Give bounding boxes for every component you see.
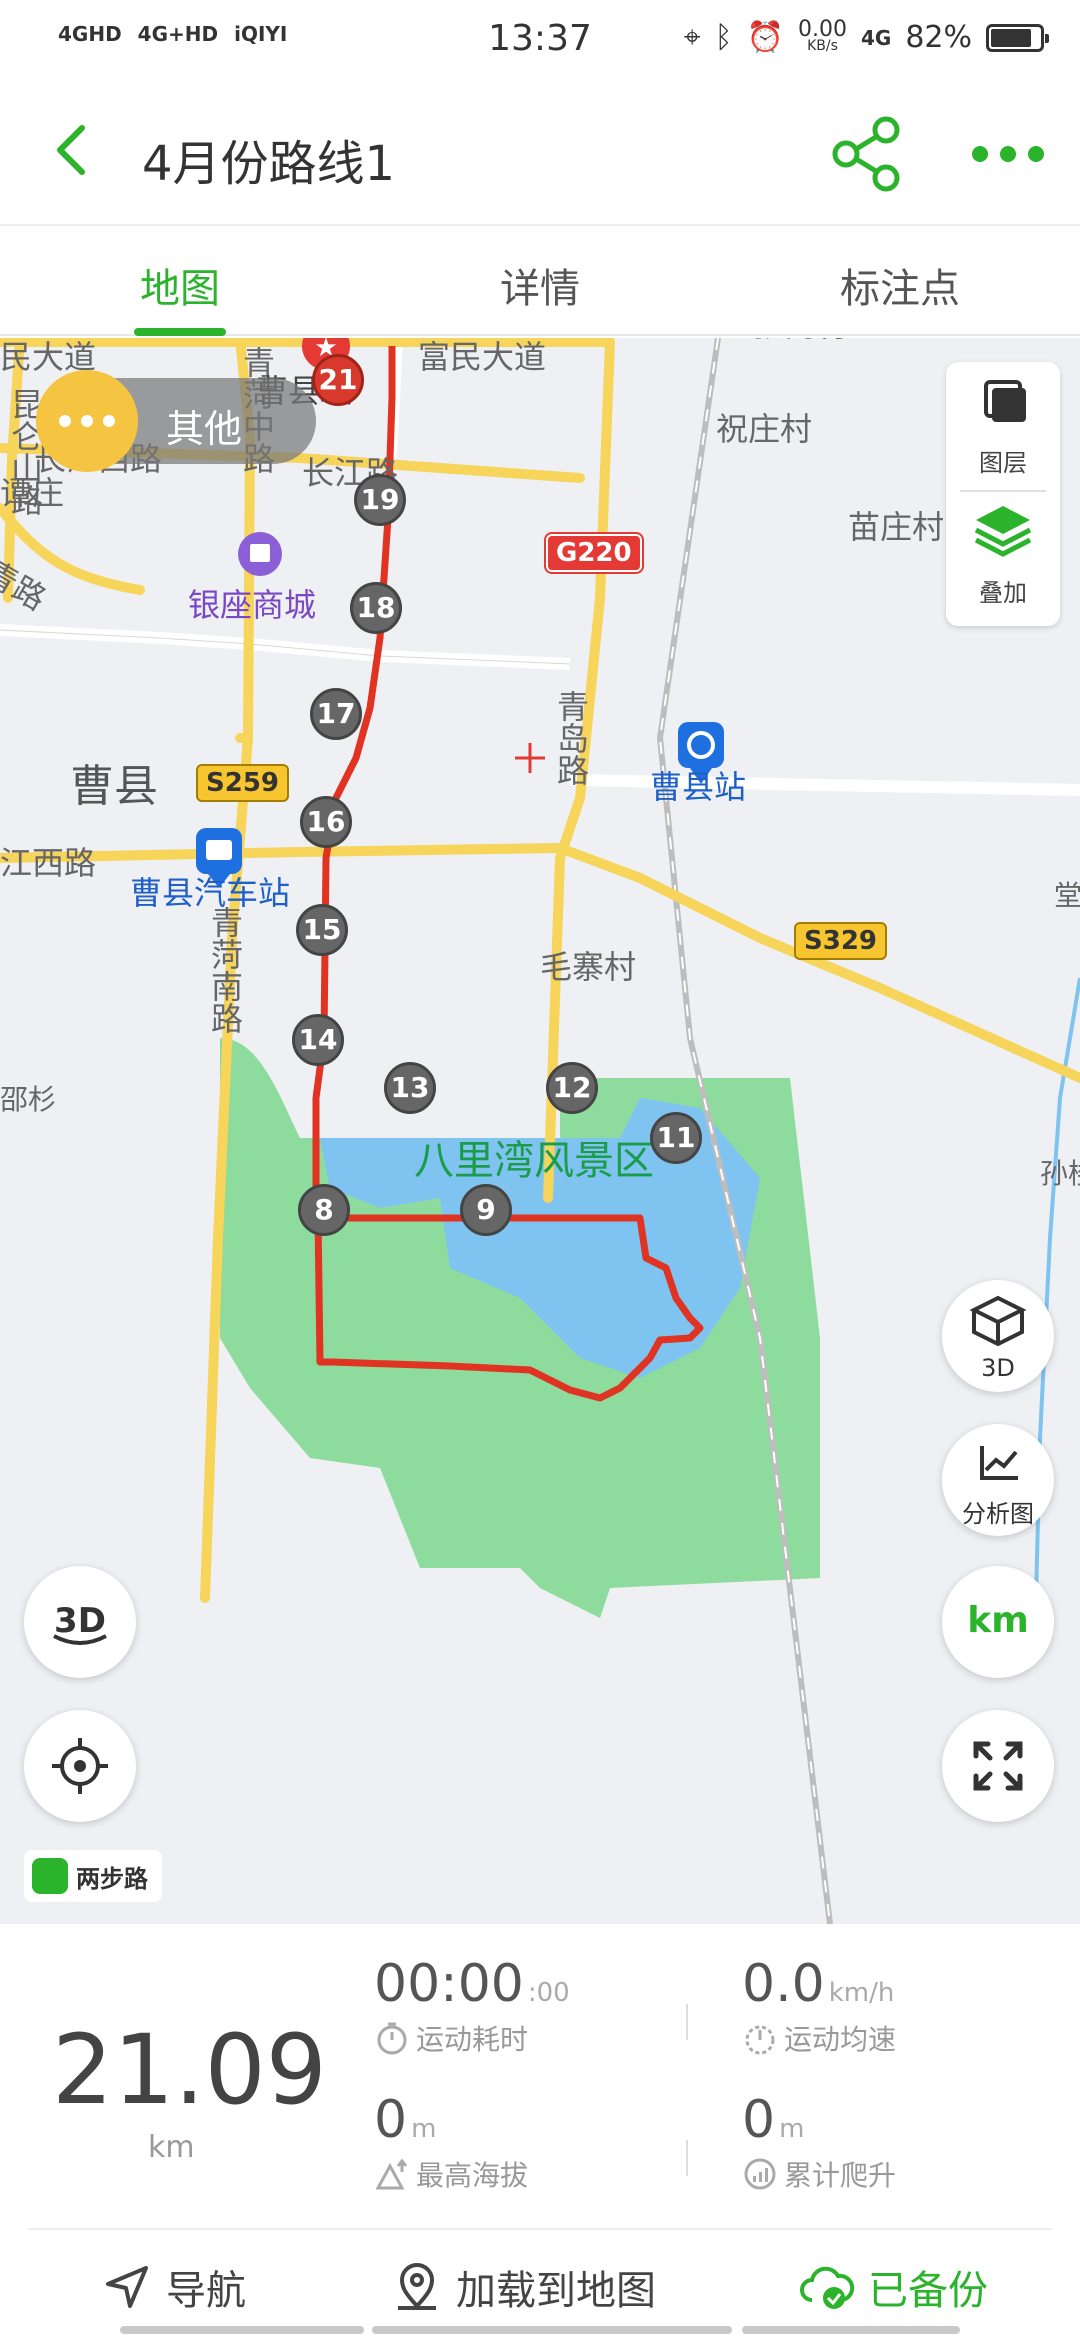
navigation-arrow-icon — [106, 2266, 148, 2308]
road-sign: S329 — [794, 922, 887, 960]
chevron-left-icon[interactable] — [44, 120, 104, 180]
route-marker[interactable]: 21 — [312, 354, 364, 406]
road-label: 富民大道 — [418, 338, 547, 376]
cloud-check-icon — [800, 2266, 854, 2309]
road-label: 江西路 — [0, 844, 97, 882]
route-marker[interactable]: 15 — [296, 904, 348, 956]
signal-icon: 4G — [860, 25, 892, 50]
road-label: 青菏南路 — [206, 906, 244, 1034]
route-marker[interactable]: 19 — [354, 474, 406, 526]
route-marker[interactable]: 8 — [298, 1184, 350, 1236]
route-marker[interactable]: 9 — [460, 1184, 512, 1236]
route-marker[interactable]: 13 — [384, 1062, 436, 1114]
route-marker[interactable]: 16 — [300, 796, 352, 848]
total-distance-unit: km — [148, 2130, 195, 2165]
overlay-button[interactable]: 叠加 — [946, 492, 1060, 620]
load-to-map-button[interactable]: 加载到地图 — [392, 2258, 656, 2316]
view-3d-button[interactable]: 3D — [942, 1280, 1054, 1392]
other-button[interactable]: 其他 — [36, 370, 316, 472]
max-altitude-stat: 0m 最高海拔 — [374, 2090, 529, 2192]
stats-panel: 21.09 km 00:00:00 运动耗时 0.0 km/h 运动均速 0m 最… — [0, 1924, 1080, 2228]
tab-indicator — [134, 328, 226, 336]
place-label: 堂 — [1054, 879, 1080, 912]
tab-map[interactable]: 地图 — [0, 256, 360, 314]
route-marker[interactable]: 14 — [292, 1014, 344, 1066]
status-bar: 4GHD 4G+HD iQIYI 13:37 ⌖ ᛒ ⏰ 0.00 KB/s 4… — [0, 0, 1080, 84]
place-label: 张岗村 — [752, 338, 848, 346]
mall-icon[interactable] — [238, 532, 282, 576]
avg-speed-stat: 0.0 km/h 运动均速 — [742, 1954, 897, 2056]
app-header: 4月份路线1 — [0, 84, 1080, 224]
locate-icon — [52, 1738, 108, 1794]
layer-button[interactable]: 图层 — [946, 362, 1060, 490]
location-icon: ⌖ — [683, 20, 701, 55]
layer-panel: 图层 叠加 — [946, 362, 1060, 626]
action-bar: 导航 加载到地图 已备份 — [28, 2228, 1052, 2340]
expand-icon — [973, 1741, 1023, 1791]
crosshair-icon — [515, 743, 545, 773]
road-label: 青岛路 — [552, 690, 590, 786]
svg-text:3D: 3D — [54, 1601, 106, 1641]
battery-icon — [986, 23, 1049, 52]
total-climb-stat: 0m 累计爬升 — [742, 2090, 897, 2192]
poi-label[interactable]: 银座商城 — [188, 580, 316, 626]
cube-icon — [969, 1295, 1027, 1347]
place-label: 孙楼 — [1040, 1157, 1080, 1190]
brand-icon — [32, 1858, 68, 1894]
place-label: 祝庄村 — [716, 410, 813, 448]
road-sign: G220 — [546, 534, 642, 572]
line-chart-icon — [980, 1446, 1018, 1480]
speedometer-icon — [745, 2025, 775, 2055]
poi-label[interactable]: 曹县站 — [650, 762, 746, 808]
navigate-button[interactable]: 导航 — [102, 2258, 246, 2316]
page-title: 4月份路线1 — [142, 136, 396, 192]
layers-icon — [984, 380, 1026, 422]
locate-button[interactable] — [24, 1710, 136, 1822]
place-label: 曹县 — [70, 761, 158, 812]
mountain-icon — [375, 2158, 408, 2190]
route-marker[interactable]: 11 — [650, 1112, 702, 1164]
3d-icon: 3D — [53, 1601, 107, 1645]
more-dots-icon — [36, 370, 138, 472]
tab-markers[interactable]: 标注点 — [720, 256, 1080, 314]
nav-handle — [372, 2326, 732, 2334]
battery-percent: 82% — [905, 20, 972, 55]
stack-icon — [974, 506, 1032, 557]
map-pin-icon — [398, 2263, 436, 2310]
place-label: 苗庄村 — [848, 508, 945, 546]
terrain-3d-button[interactable]: 3D — [24, 1566, 136, 1678]
route-marker[interactable]: 17 — [310, 688, 362, 740]
nav-handle — [742, 2326, 960, 2334]
park-area — [220, 1038, 820, 1618]
unit-toggle-button[interactable]: km — [942, 1566, 1054, 1678]
map-view[interactable]: ★ 民大道 富民大道 青菏中路 昆仑山路 曹县政 长江西路 长江路 谭庄 青路 — [0, 338, 1080, 1924]
brand-logo: 两步路 — [24, 1850, 162, 1902]
backed-up-button[interactable]: 已备份 — [798, 2258, 988, 2316]
nav-handle — [120, 2326, 364, 2334]
alarm-icon: ⏰ — [746, 20, 784, 55]
road-sign: S259 — [196, 764, 289, 802]
bluetooth-icon: ᛒ — [714, 20, 733, 55]
place-label: 谭庄 — [0, 474, 65, 512]
duration-stat: 00:00:00 运动耗时 — [374, 1954, 570, 2056]
analysis-button[interactable]: 分析图 — [942, 1424, 1054, 1536]
stopwatch-icon — [377, 2022, 407, 2055]
route-marker[interactable]: 18 — [350, 582, 402, 634]
share-icon[interactable] — [826, 114, 906, 194]
park-label: 八里湾风景区 — [414, 1138, 654, 1184]
tab-bar: 地图 详情 标注点 — [0, 224, 1080, 336]
climb-icon — [744, 2158, 776, 2190]
more-dots-icon[interactable] — [970, 136, 1046, 172]
fullscreen-button[interactable] — [942, 1710, 1054, 1822]
total-distance: 21.09 — [52, 2014, 327, 2126]
route-marker[interactable]: 12 — [546, 1062, 598, 1114]
network-speed: 0.00 KB/s — [797, 16, 847, 54]
place-label: 邵杉 — [0, 1083, 57, 1116]
place-label: 毛寨村 — [540, 948, 637, 986]
tab-details[interactable]: 详情 — [360, 256, 720, 314]
